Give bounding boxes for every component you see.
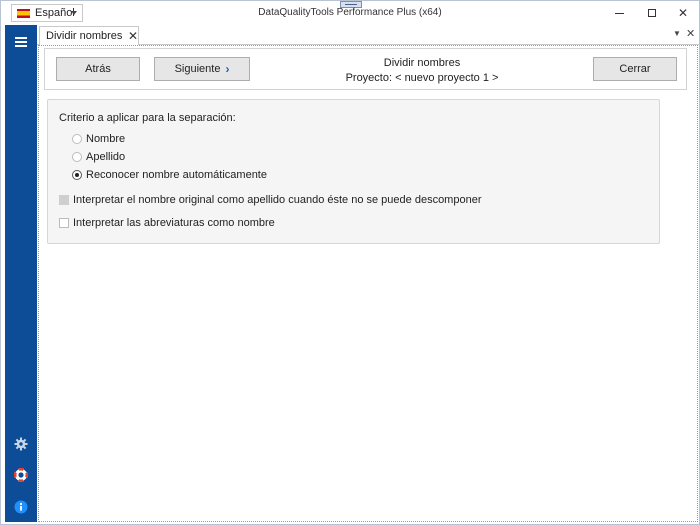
window-title: DataQualityTools Performance Plus (x64) xyxy=(258,7,442,18)
radio-button[interactable] xyxy=(72,134,82,144)
radio-button[interactable] xyxy=(72,152,82,162)
close-button[interactable]: Cerrar xyxy=(593,57,677,81)
radio-apellido[interactable]: Apellido xyxy=(72,151,125,163)
tab-dividir-nombres[interactable]: Dividir nombres ✕ xyxy=(39,26,139,45)
checkbox[interactable] xyxy=(59,195,69,205)
minimize-button[interactable] xyxy=(602,1,636,25)
next-button[interactable]: Siguiente › xyxy=(154,57,250,81)
title-bar: Español DataQualityTools Performance Plu… xyxy=(1,1,699,25)
checkbox[interactable] xyxy=(59,218,69,228)
next-button-label: Siguiente xyxy=(174,63,221,75)
side-rail xyxy=(5,25,37,522)
close-window-button[interactable]: ✕ xyxy=(666,1,700,25)
tab-strip: Dividir nombres ✕ ▼ ✕ xyxy=(37,25,699,45)
navigation-panel: Atrás Siguiente › Dividir nombres Proyec… xyxy=(44,48,687,90)
back-button-label: Atrás xyxy=(85,63,111,75)
app-window: Español DataQualityTools Performance Plu… xyxy=(0,0,700,525)
minimize-icon xyxy=(614,12,624,14)
info-icon[interactable] xyxy=(13,499,29,515)
close-icon[interactable]: ✕ xyxy=(686,27,695,40)
project-name: Proyecto: < nuevo proyecto 1 > xyxy=(345,72,499,84)
maximize-button[interactable] xyxy=(635,1,669,25)
radio-label: Apellido xyxy=(86,151,126,163)
tab-label: Dividir nombres xyxy=(46,30,123,42)
close-icon[interactable]: ✕ xyxy=(128,29,138,43)
checkbox-label: Interpretar el nombre original como apel… xyxy=(73,194,482,206)
close-button-label: Cerrar xyxy=(619,63,651,75)
lifering-icon[interactable] xyxy=(13,467,29,483)
gear-icon[interactable] xyxy=(13,436,29,452)
checkbox-label: Interpretar las abreviaturas como nombre xyxy=(73,217,275,229)
maximize-icon xyxy=(648,9,656,17)
tab-dropdown-icon[interactable]: ▼ xyxy=(673,29,681,38)
checkbox-apellido-fallback[interactable]: Interpretar el nombre original como apel… xyxy=(59,194,481,206)
checkbox-abreviaturas[interactable]: Interpretar las abreviaturas como nombre xyxy=(59,217,275,229)
close-icon: ✕ xyxy=(677,6,689,20)
radio-label: Nombre xyxy=(86,133,126,145)
chevron-right-icon: › xyxy=(225,62,230,76)
options-panel: Criterio a aplicar para la separación: N… xyxy=(47,99,660,244)
radio-button-checked[interactable] xyxy=(72,170,82,180)
back-button[interactable]: Atrás xyxy=(56,57,140,81)
radio-auto[interactable]: Reconocer nombre automáticamente xyxy=(72,169,267,181)
criteria-label: Criterio a aplicar para la separación: xyxy=(59,112,236,124)
menu-icon[interactable] xyxy=(13,34,29,50)
page-title: Dividir nombres xyxy=(383,57,461,69)
radio-nombre[interactable]: Nombre xyxy=(72,133,125,145)
radio-label: Reconocer nombre automáticamente xyxy=(86,169,267,181)
